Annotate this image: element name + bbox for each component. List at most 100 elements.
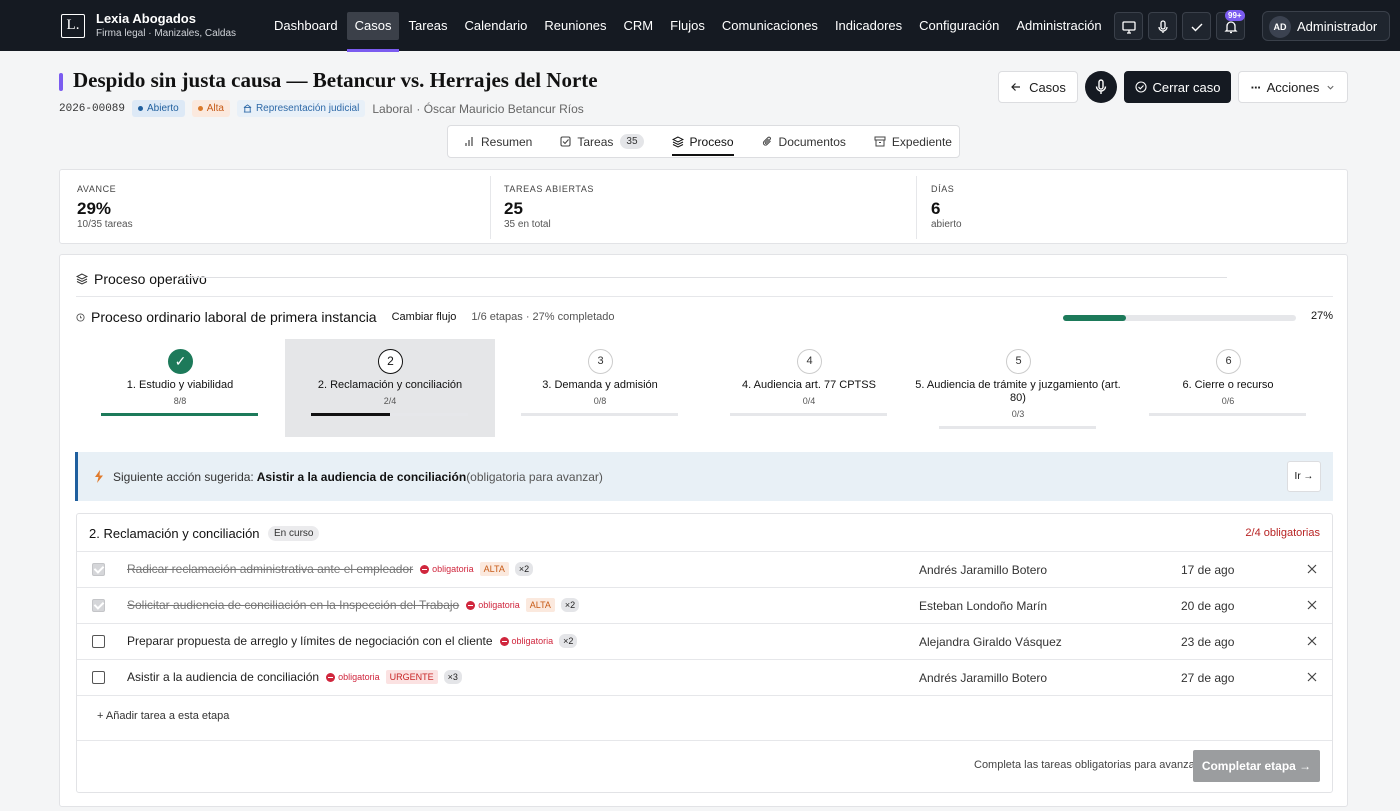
tab-proceso[interactable]: Proceso [671, 125, 734, 158]
nav-comunicaciones[interactable]: Comunicaciones [714, 12, 826, 40]
task-name[interactable]: Radicar reclamación administrativa ante … [127, 562, 413, 576]
stage-progress-bar [521, 413, 678, 416]
task-assignee: Andrés Jaramillo Botero [919, 563, 1048, 577]
task-info: Radicar reclamación administrativa ante … [127, 562, 534, 576]
tab-label: Documentos [778, 134, 846, 149]
stage-3[interactable]: 3 3. Demanda y admisión 0/8 [495, 339, 705, 437]
nav-calendario[interactable]: Calendario [457, 12, 536, 40]
building-icon [243, 104, 252, 113]
case-client: · Óscar Mauricio Betancur Ríos [416, 101, 584, 116]
stage-number: 6 [1216, 349, 1241, 374]
nav-dashboard[interactable]: Dashboard [266, 12, 346, 40]
nav-casos[interactable]: Casos [346, 12, 400, 52]
nav-reuniones[interactable]: Reuniones [536, 12, 614, 40]
remove-task-icon[interactable] [1307, 672, 1317, 682]
nav-tareas[interactable]: Tareas [400, 12, 455, 40]
tab-label: Tareas [577, 134, 614, 149]
suggestion-note: (obligatoria para avanzar) [466, 469, 603, 484]
stat-sub: abierto [931, 219, 962, 230]
tab-documentos[interactable]: Documentos [762, 125, 846, 158]
no-entry-icon [326, 672, 336, 682]
table-row: Asistir a la audiencia de conciliación o… [77, 659, 1332, 695]
priority-badge: Alta [191, 100, 230, 117]
tab-tareas[interactable]: Tareas 35 [560, 125, 644, 158]
actions-menu-button[interactable]: ··· Acciones [1238, 71, 1348, 103]
check-icon: ✓ [168, 349, 193, 374]
stat-divider [916, 176, 917, 239]
flow-name: Proceso ordinario laboral de primera ins… [91, 309, 377, 325]
add-task-button[interactable]: + Añadir tarea a esta etapa [97, 710, 229, 722]
stage-1[interactable]: ✓ 1. Estudio y viabilidad 8/8 [75, 339, 285, 437]
stage-6[interactable]: 6 6. Cierre o recurso 0/6 [1123, 339, 1333, 437]
change-flow-button[interactable]: Cambiar flujo [392, 311, 457, 323]
stage-count: 2/4 [383, 396, 397, 406]
process-panel: Proceso operativo Proceso ordinario labo… [59, 254, 1348, 807]
nav-crm[interactable]: CRM [616, 12, 662, 40]
status-label: Abierto [147, 103, 179, 114]
task-name[interactable]: Preparar propuesta de arreglo y límites … [127, 634, 493, 648]
user-menu[interactable]: AD Administrador [1262, 11, 1390, 41]
no-entry-icon [420, 564, 430, 574]
nav-configuracion[interactable]: Configuración [911, 12, 1007, 40]
complete-stage-button[interactable]: Completar etapa → [1193, 750, 1320, 782]
remove-task-icon[interactable] [1307, 636, 1317, 646]
tab-expediente[interactable]: Expediente [874, 125, 952, 158]
layers-icon [76, 273, 88, 285]
stat-value: 6 [931, 199, 941, 218]
process-heading-label: Proceso operativo [94, 271, 207, 287]
task-assignee: Alejandra Giraldo Vásquez [919, 635, 1062, 649]
tab-label: Expediente [891, 134, 952, 149]
stage-status-chip: En curso [268, 526, 320, 541]
flow-row: Proceso ordinario laboral de primera ins… [76, 307, 1333, 327]
stage-5[interactable]: 5 5. Audiencia de trámite y juzgamiento … [913, 339, 1123, 437]
task-checkbox[interactable] [92, 563, 105, 576]
checkbox-icon [560, 136, 571, 147]
close-case-label: Cerrar caso [1152, 79, 1221, 95]
stage-count: 0/4 [802, 396, 816, 406]
nav-indicadores[interactable]: Indicadores [827, 12, 910, 40]
multiplier-badge: ×2 [559, 634, 578, 648]
stage-progress-bar [101, 413, 258, 416]
table-row: Radicar reclamación administrativa ante … [77, 551, 1332, 587]
task-name[interactable]: Solicitar audiencia de conciliación en l… [127, 598, 459, 612]
stage-progress-bar [939, 426, 1096, 429]
brand-logo[interactable]: L. [61, 14, 85, 38]
bar-chart-icon [465, 137, 473, 146]
stage-progress-fill [311, 413, 390, 416]
multiplier-badge: ×3 [443, 670, 462, 684]
stage-4[interactable]: 4 4. Audiencia art. 77 CPTSS 0/4 [704, 339, 914, 437]
stage-number: 2 [378, 349, 403, 374]
back-label: Casos [1029, 79, 1066, 95]
task-checkbox[interactable] [92, 671, 105, 684]
stage-progress-fill [101, 413, 258, 416]
task-checkbox[interactable] [92, 635, 105, 648]
monitor-button[interactable] [1114, 12, 1143, 40]
nav-administracion[interactable]: Administración [1008, 12, 1109, 40]
remove-task-icon[interactable] [1307, 564, 1317, 574]
stage-count: 0/3 [1011, 409, 1025, 419]
layers-icon [671, 135, 684, 148]
task-name[interactable]: Asistir a la audiencia de conciliación [127, 670, 319, 684]
monitor-icon [1122, 21, 1136, 34]
remove-task-icon[interactable] [1307, 600, 1317, 610]
back-to-cases-button[interactable]: Casos [998, 71, 1078, 103]
page-title: Despido sin justa causa — Betancur vs. H… [73, 68, 598, 92]
chevron-down-icon [1327, 85, 1334, 90]
stat-label: TAREAS ABIERTAS [504, 184, 595, 194]
stage-2[interactable]: 2 2. Reclamación y conciliación 2/4 [285, 339, 495, 437]
task-info: Asistir a la audiencia de conciliación o… [127, 670, 462, 684]
task-checkbox[interactable] [92, 599, 105, 612]
close-case-button[interactable]: Cerrar caso [1124, 71, 1231, 103]
stage-detail-title: 2. Reclamación y conciliación [89, 526, 260, 541]
divider [76, 296, 1333, 297]
voice-button[interactable] [1148, 12, 1177, 40]
notification-badge: 99+ [1225, 10, 1245, 21]
stat-value: 29% [77, 199, 112, 218]
stat-sub: 10/35 tareas [77, 219, 133, 230]
nav-flujos[interactable]: Flujos [662, 12, 713, 40]
divider [77, 740, 1332, 741]
go-button[interactable]: Ir → [1287, 461, 1321, 492]
tasks-check-button[interactable] [1182, 12, 1211, 40]
dictation-button[interactable] [1085, 71, 1117, 103]
tab-resumen[interactable]: Resumen [464, 125, 532, 158]
